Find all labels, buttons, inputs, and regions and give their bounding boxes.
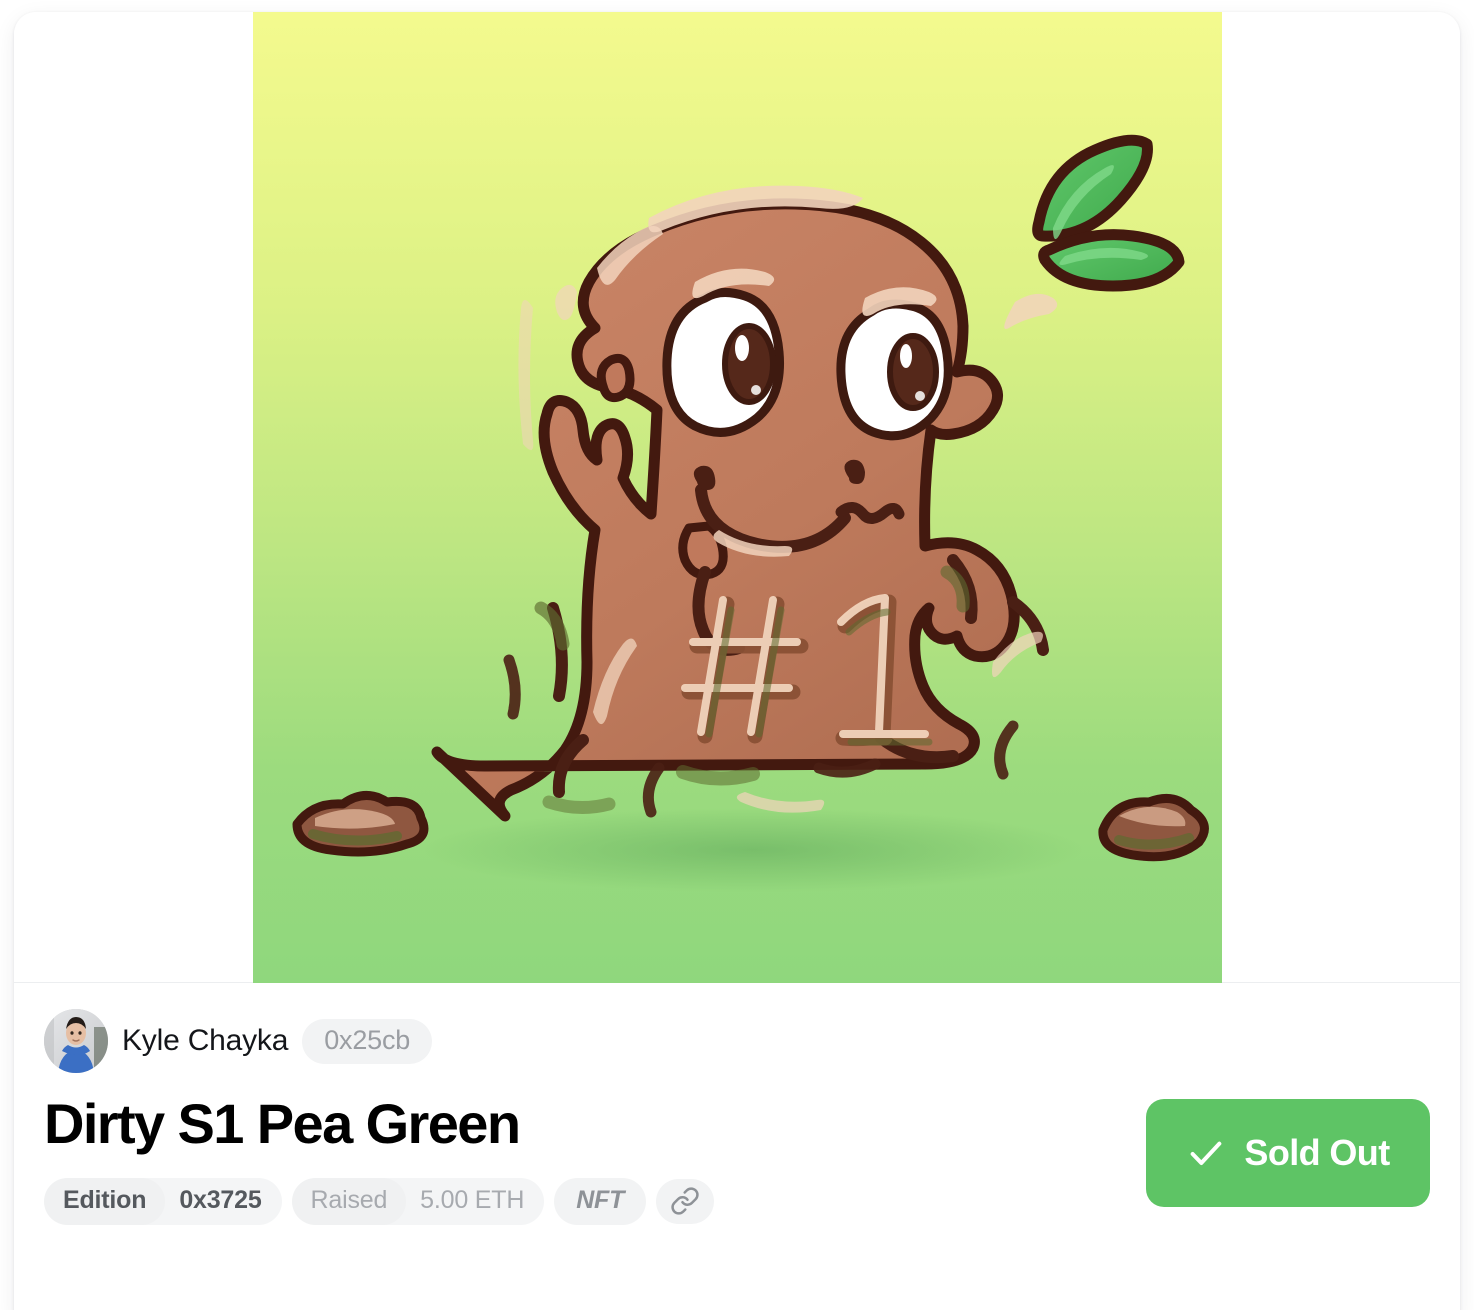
avatar-photo [44, 1009, 108, 1073]
share-link-button[interactable] [656, 1178, 715, 1224]
nft-artwork-container[interactable]: B2B BLOCKBEAT [14, 12, 1460, 983]
nft-info-section: Kyle Chayka 0x25cb Dirty S1 Pea Green Ed… [14, 983, 1460, 1259]
edition-pill[interactable]: Edition 0x3725 [44, 1177, 282, 1225]
page-root: B2B BLOCKBEAT [0, 0, 1474, 1310]
mud-splat-right [1097, 793, 1209, 862]
raised-label: Raised [291, 1177, 407, 1225]
creator-row[interactable]: Kyle Chayka 0x25cb [44, 1009, 1430, 1073]
creator-address-pill[interactable]: 0x25cb [302, 1018, 433, 1064]
edition-value: 0x3725 [179, 1185, 262, 1214]
raised-pill[interactable]: Raised 5.00 ETH [291, 1177, 545, 1225]
sold-out-button[interactable]: Sold Out [1146, 1099, 1430, 1207]
check-icon [1191, 1141, 1222, 1165]
chain-link-icon [671, 1187, 699, 1215]
nft-tag-pill[interactable]: NFT [554, 1177, 647, 1225]
creator-avatar[interactable] [44, 1009, 108, 1073]
nft-artwork-frame[interactable]: B2B BLOCKBEAT [252, 12, 1222, 983]
metadata-row: Edition 0x3725 Raised 5.00 ETH NFT [44, 1177, 715, 1225]
raised-value: 5.00 ETH [420, 1185, 525, 1214]
sold-out-label: Sold Out [1244, 1132, 1390, 1173]
dirty-mud-blob-illustration: B2B BLOCKBEAT [252, 12, 1222, 983]
nft-title: Dirty S1 Pea Green [44, 1092, 521, 1155]
title-row: Dirty S1 Pea Green Edition 0x3725 Raised… [44, 1092, 1430, 1225]
mud-splat-left [292, 791, 428, 857]
nft-card: B2B BLOCKBEAT [14, 12, 1460, 1310]
edition-label: Edition [44, 1177, 166, 1225]
title-and-meta: Dirty S1 Pea Green Edition 0x3725 Raised… [44, 1092, 715, 1225]
creator-name[interactable]: Kyle Chayka [122, 1024, 288, 1058]
